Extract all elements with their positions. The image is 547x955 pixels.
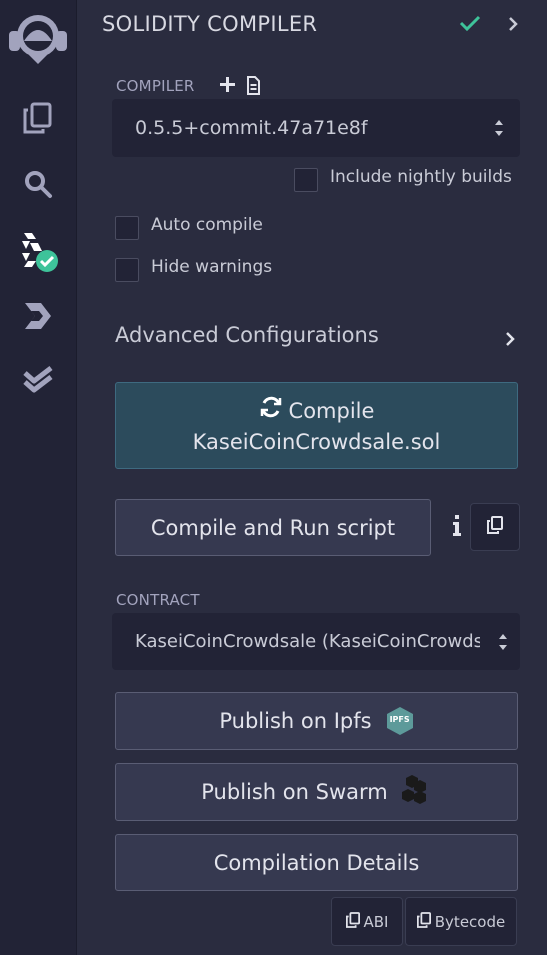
file-icon[interactable] [246, 76, 261, 99]
compile-button[interactable]: Compile KaseiCoinCrowdsale.sol [115, 382, 518, 469]
compiler-label: COMPILER [116, 77, 195, 95]
auto-compile-label: Auto compile [151, 215, 263, 235]
publish-swarm-button[interactable]: Publish on Swarm [115, 763, 518, 821]
compile-file-name: KaseiCoinCrowdsale.sol [192, 429, 441, 454]
chevron-right-icon[interactable] [504, 331, 516, 351]
copy-abi-label: ABI [363, 912, 389, 931]
publish-swarm-label: Publish on Swarm [201, 780, 388, 804]
include-nightly-label: Include nightly builds [330, 167, 512, 187]
select-arrows-icon [494, 118, 504, 138]
contract-select[interactable]: KaseiCoinCrowdsale (KaseiCoinCrowdsale.s… [112, 613, 520, 670]
remix-logo-icon[interactable] [0, 10, 76, 66]
search-icon[interactable] [0, 164, 76, 204]
file-explorer-icon[interactable] [0, 98, 76, 138]
add-compiler-icon[interactable] [219, 76, 236, 97]
compiler-version-value: 0.5.5+commit.47a71e8f [135, 117, 368, 139]
solidity-compiler-icon[interactable] [0, 228, 76, 276]
ipfs-icon: IPFS [386, 706, 414, 736]
compilation-details-button[interactable]: Compilation Details [115, 834, 518, 891]
compiler-panel: SOLIDITY COMPILER COMPILER 0.5.5+commit.… [77, 0, 547, 955]
deploy-run-icon[interactable] [0, 296, 76, 336]
compile-and-run-script-button[interactable]: Compile and Run script [115, 499, 431, 556]
check-icon [459, 14, 481, 36]
refresh-icon [259, 395, 283, 427]
ipfs-badge-text: IPFS [389, 715, 410, 724]
compiler-version-select[interactable]: 0.5.5+commit.47a71e8f [112, 99, 520, 157]
compile-button-label: Compile [288, 398, 375, 423]
publish-ipfs-label: Publish on Ipfs [219, 709, 372, 733]
swarm-icon [400, 774, 432, 811]
copy-icon [345, 911, 360, 932]
chevron-right-icon[interactable] [507, 16, 519, 36]
panel-title: SOLIDITY COMPILER [102, 12, 318, 36]
contract-label: CONTRACT [116, 591, 200, 609]
auto-compile-checkbox[interactable] [115, 216, 139, 240]
copy-bytecode-button[interactable]: Bytecode [405, 897, 517, 946]
info-icon[interactable] [453, 515, 461, 541]
unit-testing-icon[interactable] [0, 360, 76, 400]
hide-warnings-label: Hide warnings [151, 257, 273, 277]
icon-sidebar [0, 0, 77, 955]
copy-script-button[interactable] [470, 503, 520, 551]
copy-icon [416, 911, 431, 932]
select-arrows-icon [498, 632, 508, 652]
copy-icon [487, 516, 503, 538]
copy-abi-button[interactable]: ABI [331, 897, 403, 946]
contract-select-value: KaseiCoinCrowdsale (KaseiCoinCrowdsale.s… [135, 631, 480, 652]
publish-ipfs-button[interactable]: Publish on Ipfs IPFS [115, 692, 518, 750]
copy-bytecode-label: Bytecode [434, 912, 506, 931]
hide-warnings-checkbox[interactable] [115, 258, 139, 282]
advanced-configurations-toggle[interactable]: Advanced Configurations [115, 323, 379, 347]
include-nightly-checkbox[interactable] [294, 168, 318, 192]
